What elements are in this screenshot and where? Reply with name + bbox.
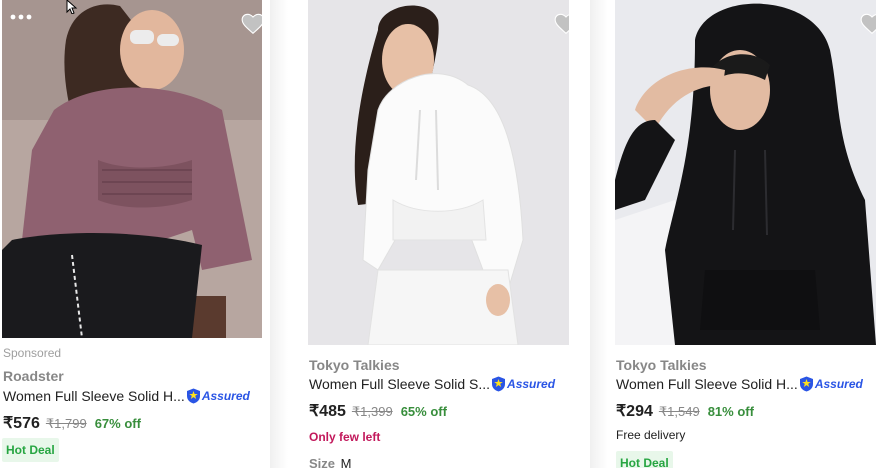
product-title-row[interactable]: Women Full Sleeve Solid S... Assured [309, 376, 555, 392]
product-image[interactable] [308, 0, 569, 345]
assured-shield-icon [492, 376, 506, 392]
assured-label: Assured [814, 377, 863, 391]
product-title[interactable]: Women Full Sleeve Solid H... [3, 388, 185, 404]
sponsored-label: Sponsored [3, 346, 62, 360]
product-title[interactable]: Women Full Sleeve Solid S... [309, 376, 490, 392]
original-price: ₹1,399 [351, 404, 393, 419]
brand-name[interactable]: Roadster [3, 368, 64, 384]
selling-price: ₹294 [616, 403, 653, 420]
brand-name[interactable]: Tokyo Talkies [309, 357, 400, 373]
heart-icon[interactable] [859, 10, 876, 36]
product-title-row[interactable]: Women Full Sleeve Solid H... Assured [616, 376, 863, 392]
size-value: M [340, 456, 352, 468]
product-card-3[interactable]: Tokyo Talkies Women Full Sleeve Solid H.… [607, 0, 880, 468]
card-divider [270, 0, 288, 468]
original-price: ₹1,549 [658, 404, 700, 419]
price-row: ₹294 ₹1,549 81% off [616, 401, 754, 421]
product-card-2[interactable]: Tokyo Talkies Women Full Sleeve Solid S.… [300, 0, 590, 468]
card-divider [590, 0, 608, 468]
assured-shield-icon [799, 376, 813, 392]
hot-deal-badge: Hot Deal [2, 438, 59, 462]
size-row: Size M [309, 456, 351, 468]
product-photo-black-hoodie [615, 0, 876, 345]
discount-percent: 67% off [94, 416, 141, 431]
assured-label: Assured [507, 377, 556, 391]
product-photo-white-hoodie [308, 0, 569, 345]
product-card-1[interactable]: Sponsored Roadster Women Full Sleeve Sol… [0, 0, 270, 468]
discount-percent: 81% off [707, 404, 754, 419]
assured-badge: Assured [491, 376, 555, 392]
product-title-row[interactable]: Women Full Sleeve Solid H... Assured [3, 388, 250, 404]
delivery-note: Free delivery [616, 428, 686, 442]
brand-name[interactable]: Tokyo Talkies [616, 357, 707, 373]
assured-label: Assured [201, 389, 250, 403]
stock-note: Only few left [309, 430, 381, 444]
more-dots-icon[interactable] [10, 7, 32, 20]
hot-deal-badge: Hot Deal [616, 451, 673, 468]
selling-price: ₹485 [309, 403, 346, 420]
product-title[interactable]: Women Full Sleeve Solid H... [616, 376, 798, 392]
mouse-cursor-icon [66, 0, 80, 15]
price-row: ₹485 ₹1,399 65% off [309, 401, 447, 421]
heart-icon[interactable] [240, 10, 262, 36]
selling-price: ₹576 [3, 415, 40, 432]
product-image[interactable] [615, 0, 876, 345]
assured-badge: Assured [186, 388, 250, 404]
discount-percent: 65% off [400, 404, 447, 419]
product-image[interactable] [2, 0, 262, 338]
original-price: ₹1,799 [45, 416, 87, 431]
size-label: Size [309, 456, 336, 468]
assured-badge: Assured [799, 376, 863, 392]
heart-icon[interactable] [553, 10, 569, 36]
assured-shield-icon [186, 388, 200, 404]
price-row: ₹576 ₹1,799 67% off [3, 413, 141, 433]
product-photo-roadster [2, 0, 262, 338]
